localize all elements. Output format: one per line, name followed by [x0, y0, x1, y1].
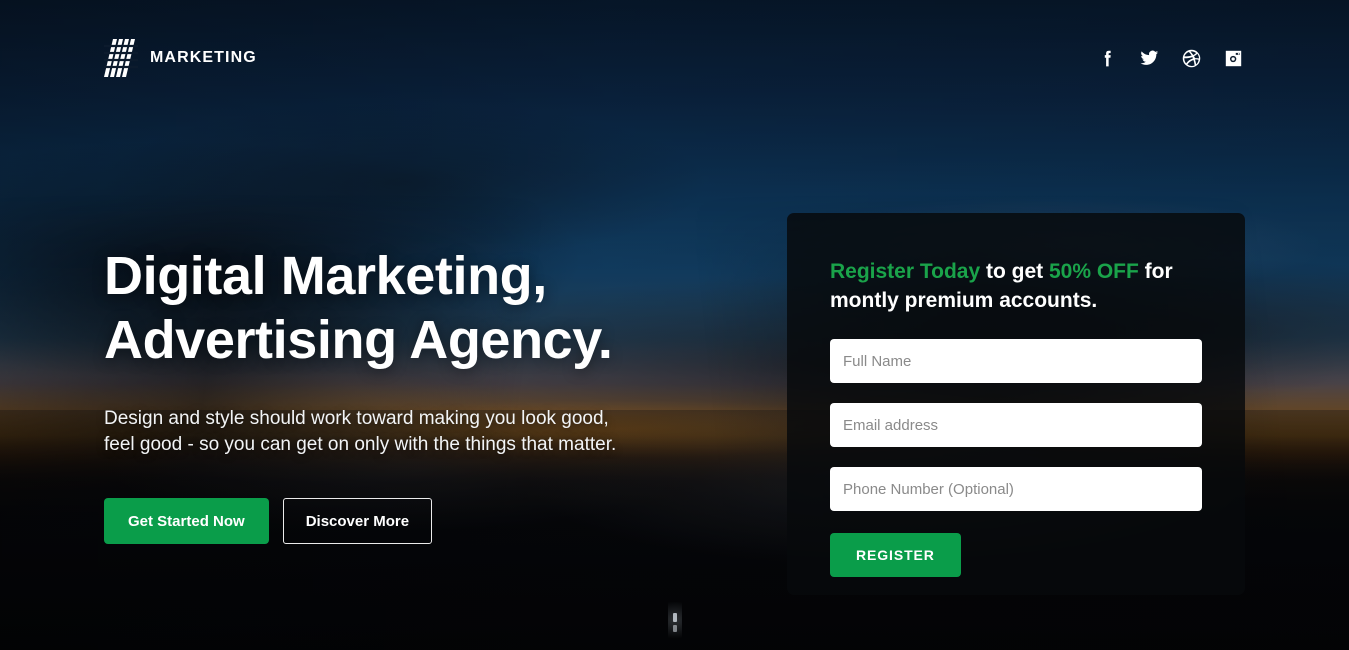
scroll-indicator-dash-top [672, 612, 677, 622]
facebook-icon [1097, 48, 1118, 69]
diagonal-slashes-logo-icon [102, 39, 140, 77]
twitter-icon [1138, 47, 1160, 69]
get-started-button[interactable]: Get Started Now [104, 498, 269, 544]
social-link-facebook[interactable] [1095, 46, 1119, 70]
scroll-indicator-dash-bottom [672, 624, 677, 632]
social-link-instagram[interactable] [1221, 46, 1245, 70]
register-title-accent-1: Register Today [830, 260, 981, 283]
email-input[interactable] [830, 403, 1202, 447]
hero-cta-row: Get Started Now Discover More [104, 498, 724, 544]
scroll-down-indicator-icon[interactable] [667, 602, 682, 642]
hero-section: MARKETING Digital Marketing, Advertising… [0, 0, 1349, 650]
instagram-icon [1223, 48, 1244, 69]
register-panel: Register Today to get 50% OFF for montly… [787, 213, 1245, 595]
page-title: Digital Marketing, Advertising Agency. [104, 244, 724, 372]
dribbble-icon [1181, 48, 1202, 69]
discover-more-button[interactable]: Discover More [282, 498, 433, 544]
hero-copy: Digital Marketing, Advertising Agency. D… [104, 244, 724, 544]
register-form: REGISTER [830, 339, 1202, 577]
headline-line-1: Digital Marketing, [104, 246, 547, 306]
social-links [1095, 46, 1245, 70]
register-panel-title: Register Today to get 50% OFF for montly… [830, 257, 1202, 315]
register-title-mid: to get [980, 260, 1049, 283]
full-name-input[interactable] [830, 339, 1202, 383]
brand-name: MARKETING [150, 49, 257, 66]
hero-subhead: Design and style should work toward maki… [104, 406, 724, 458]
headline-line-2: Advertising Agency. [104, 310, 613, 370]
social-link-dribbble[interactable] [1179, 46, 1203, 70]
register-title-accent-2: 50% OFF [1048, 260, 1139, 283]
site-header: MARKETING [0, 0, 1349, 116]
subhead-line-1: Design and style should work toward maki… [104, 408, 609, 429]
brand-logo-link[interactable]: MARKETING [102, 39, 257, 77]
phone-input[interactable] [830, 467, 1202, 511]
register-submit-button[interactable]: REGISTER [830, 533, 961, 577]
subhead-line-2: feel good - so you can get on only with … [104, 434, 617, 455]
social-link-twitter[interactable] [1137, 46, 1161, 70]
